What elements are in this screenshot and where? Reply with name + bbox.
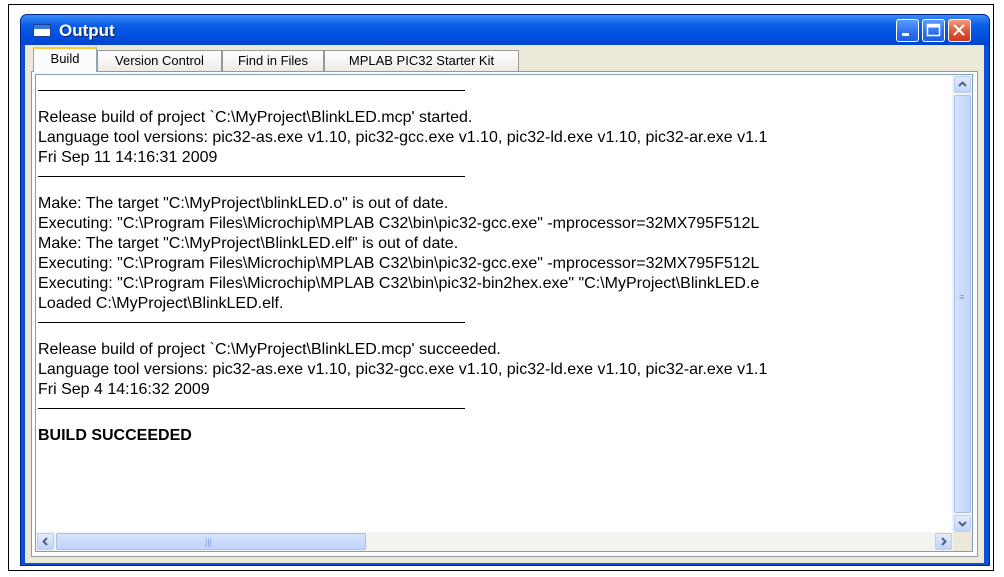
tab-label: Version Control [115,53,204,68]
output-line: Release build of project `C:\MyProject\B… [38,109,473,126]
window-icon [33,24,51,37]
scroll-down-button[interactable] [954,515,971,532]
scroll-left-button[interactable] [37,533,54,550]
chevron-down-icon [958,521,967,527]
output-line: Fri Sep 11 14:16:31 2009 [38,149,218,166]
output-line: Language tool versions: pic32-as.exe v1.… [38,129,768,146]
minimize-icon [902,33,909,36]
output-line: Loaded C:\MyProject\BlinkLED.elf. [38,295,284,312]
chevron-right-icon [941,537,947,546]
close-icon [953,24,965,36]
tab-label: MPLAB PIC32 Starter Kit [348,53,495,68]
separator-line [38,90,465,91]
output-line: Language tool versions: pic32-as.exe v1.… [38,361,768,378]
vertical-scrollbar[interactable]: ≡ [952,75,972,533]
maximize-icon [926,23,941,37]
output-textbox[interactable]: Release build of project `C:\MyProject\B… [35,74,973,552]
close-button[interactable] [948,19,971,42]
chevron-left-icon [42,537,48,546]
output-line: Release build of project `C:\MyProject\B… [38,341,501,358]
output-line: Executing: "C:\Program Files\Microchip\M… [38,215,760,232]
output-line: Make: The target "C:\MyProject\BlinkLED.… [38,235,459,252]
horizontal-scrollbar[interactable]: ||| [36,532,953,551]
tab-panel: Release build of project `C:\MyProject\B… [31,71,978,557]
window-title: Output [59,21,115,40]
output-line: Fri Sep 4 14:16:32 2009 [38,381,210,398]
tab-label: Find in Files [237,53,309,68]
maximize-button[interactable] [922,19,945,42]
output-text-area[interactable]: Release build of project `C:\MyProject\B… [36,75,953,533]
separator-line [38,176,465,177]
minimize-button[interactable] [896,19,919,42]
window-client: Build Version Control Find in Files MPLA… [25,45,984,563]
scroll-right-button[interactable] [935,533,952,550]
tab-build[interactable]: Build [33,47,97,72]
horizontal-scroll-thumb[interactable]: ||| [56,533,366,550]
tab-label: Build [50,51,80,66]
title-bar[interactable]: Output [21,15,989,45]
tab-mplab-pic32-starter-kit[interactable]: MPLAB PIC32 Starter Kit [324,50,519,71]
output-window: Output Build Version Control Find in Fil… [20,14,990,566]
build-result: BUILD SUCCEEDED [38,427,192,444]
output-line: Executing: "C:\Program Files\Microchip\M… [38,275,760,292]
vertical-scroll-thumb[interactable]: ≡ [954,95,971,513]
output-line: Executing: "C:\Program Files\Microchip\M… [38,255,760,272]
separator-line [38,408,465,409]
separator-line [38,322,465,323]
chevron-up-icon [958,81,967,87]
grip-icon: ≡ [959,292,965,302]
scroll-up-button[interactable] [954,76,971,93]
tab-find-in-files[interactable]: Find in Files [222,50,324,71]
grip-icon: ||| [205,537,213,547]
output-line: Make: The target "C:\MyProject\blinkLED.… [38,195,449,212]
scrollbar-corner [953,532,972,551]
tab-version-control[interactable]: Version Control [97,50,222,71]
